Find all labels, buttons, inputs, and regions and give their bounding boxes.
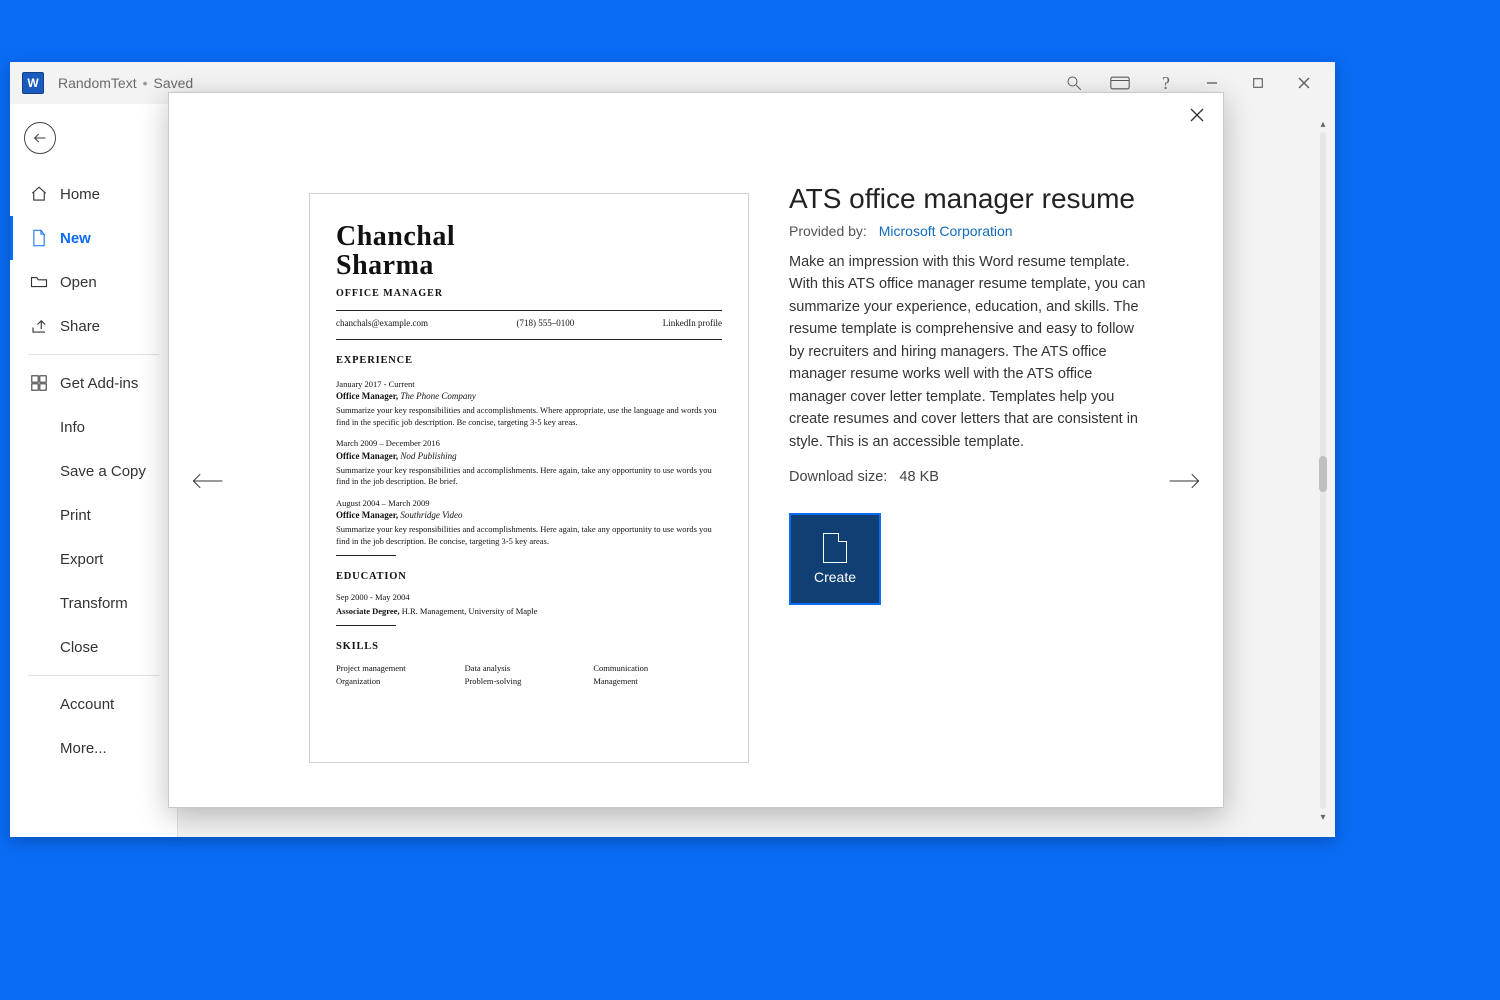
resume-edu-degree: Associate Degree,	[336, 606, 400, 616]
resume-skill: Project management	[336, 663, 465, 674]
resume-job-title: Office Manager,	[336, 510, 398, 520]
resume-name-line2: Sharma	[336, 251, 722, 280]
resume-skill: Organization	[336, 676, 465, 687]
sidebar-label-info: Info	[60, 419, 85, 436]
document-name[interactable]: RandomText	[58, 75, 137, 91]
sidebar-divider	[28, 354, 159, 355]
resume-job-blurb: Summarize your key responsibilities and …	[336, 465, 722, 488]
maximize-button[interactable]	[1235, 62, 1281, 104]
addins-icon	[30, 374, 48, 392]
previous-template-button[interactable]	[189, 463, 225, 499]
resume-job-dates: August 2004 – March 2009	[336, 498, 722, 509]
sidebar-item-share[interactable]: Share	[10, 304, 177, 348]
sidebar-item-export[interactable]: Export	[10, 537, 177, 581]
save-status: Saved	[154, 75, 194, 91]
resume-job-title: Office Manager,	[336, 451, 398, 461]
sidebar-item-print[interactable]: Print	[10, 493, 177, 537]
template-preview-thumbnail: Chanchal Sharma OFFICE MANAGER chanchals…	[309, 193, 749, 763]
sidebar-item-save-copy[interactable]: Save a Copy	[10, 449, 177, 493]
resume-skill: Communication	[593, 663, 722, 674]
template-preview-dialog: Chanchal Sharma OFFICE MANAGER chanchals…	[168, 92, 1224, 808]
resume-linkedin: LinkedIn profile	[663, 317, 722, 329]
resume-edu-dates: Sep 2000 - May 2004	[336, 592, 722, 603]
resume-job-company: Southridge Video	[400, 510, 462, 520]
resume-job-title: Office Manager,	[336, 391, 398, 401]
close-window-button[interactable]	[1281, 62, 1327, 104]
sidebar-item-get-addins[interactable]: Get Add-ins	[10, 361, 177, 405]
sidebar-label-close: Close	[60, 639, 98, 656]
sidebar-item-info[interactable]: Info	[10, 405, 177, 449]
sidebar-label-save-copy: Save a Copy	[60, 463, 146, 480]
resume-job-dates: January 2017 - Current	[336, 379, 722, 390]
next-template-button[interactable]	[1167, 463, 1203, 499]
sidebar-item-transform[interactable]: Transform	[10, 581, 177, 625]
document-icon	[823, 533, 847, 563]
create-button[interactable]: Create	[789, 513, 881, 605]
sidebar-item-more[interactable]: More...	[10, 726, 177, 770]
resume-skill: Management	[593, 676, 722, 687]
back-button[interactable]	[24, 122, 56, 154]
sidebar-label-open: Open	[60, 274, 97, 291]
template-details-panel: ATS office manager resume Provided by: M…	[789, 183, 1153, 605]
resume-phone: (718) 555–0100	[517, 317, 575, 329]
sidebar-label-transform: Transform	[60, 595, 128, 612]
resume-job: August 2004 – March 2009 Office Manager,…	[336, 498, 722, 548]
template-description: Make an impression with this Word resume…	[789, 251, 1153, 453]
titlebar-separator: •	[143, 75, 148, 91]
sidebar-item-close[interactable]: Close	[10, 625, 177, 669]
resume-name-line1: Chanchal	[336, 222, 722, 251]
sidebar-label-more: More...	[60, 740, 107, 757]
share-icon	[30, 317, 48, 335]
resume-skill: Problem-solving	[465, 676, 594, 687]
scroll-down-arrow-icon[interactable]: ▾	[1315, 809, 1331, 825]
resume-job-dates: March 2009 – December 2016	[336, 438, 722, 449]
provided-by-label: Provided by:	[789, 223, 867, 239]
open-folder-icon	[30, 273, 48, 291]
resume-section-skills: SKILLS	[336, 640, 722, 654]
resume-job-blurb: Summarize your key responsibilities and …	[336, 405, 722, 428]
download-size-value: 48 KB	[899, 469, 939, 485]
resume-section-experience: EXPERIENCE	[336, 354, 722, 368]
template-title: ATS office manager resume	[789, 183, 1153, 215]
provider-link[interactable]: Microsoft Corporation	[879, 223, 1013, 239]
scroll-up-arrow-icon[interactable]: ▴	[1315, 116, 1331, 132]
resume-section-education: EDUCATION	[336, 570, 722, 584]
sidebar-item-open[interactable]: Open	[10, 260, 177, 304]
download-size-label: Download size:	[789, 469, 887, 485]
create-button-label: Create	[814, 569, 856, 585]
resume-job: January 2017 - Current Office Manager, T…	[336, 379, 722, 429]
resume-skill: Data analysis	[465, 663, 594, 674]
resume-edu-school: H.R. Management, University of Maple	[400, 606, 538, 616]
sidebar-label-export: Export	[60, 551, 103, 568]
resume-email: chanchals@example.com	[336, 317, 428, 329]
dialog-close-button[interactable]	[1183, 101, 1211, 129]
resume-role: OFFICE MANAGER	[336, 287, 722, 301]
new-document-icon	[30, 229, 48, 247]
sidebar-label-print: Print	[60, 507, 91, 524]
sidebar-item-new[interactable]: New	[10, 216, 177, 260]
sidebar-item-home[interactable]: Home	[10, 172, 177, 216]
resume-job: March 2009 – December 2016 Office Manage…	[336, 438, 722, 488]
resume-job-blurb: Summarize your key responsibilities and …	[336, 524, 722, 547]
sidebar-label-new: New	[60, 230, 91, 247]
home-icon	[30, 185, 48, 203]
sidebar-item-account[interactable]: Account	[10, 682, 177, 726]
resume-job-company: The Phone Company	[400, 391, 476, 401]
sidebar-label-account: Account	[60, 696, 114, 713]
sidebar-label-home: Home	[60, 186, 100, 203]
resume-job-company: Nod Publishing	[400, 451, 456, 461]
scrollbar-thumb[interactable]	[1319, 456, 1327, 492]
sidebar-label-get-addins: Get Add-ins	[60, 375, 138, 392]
word-app-icon: W	[22, 72, 44, 94]
sidebar-divider	[28, 675, 159, 676]
backstage-sidebar: Home New Open Share Get Add-ins Info Sav…	[10, 104, 178, 837]
vertical-scrollbar[interactable]: ▴ ▾	[1315, 116, 1331, 825]
sidebar-label-share: Share	[60, 318, 100, 335]
